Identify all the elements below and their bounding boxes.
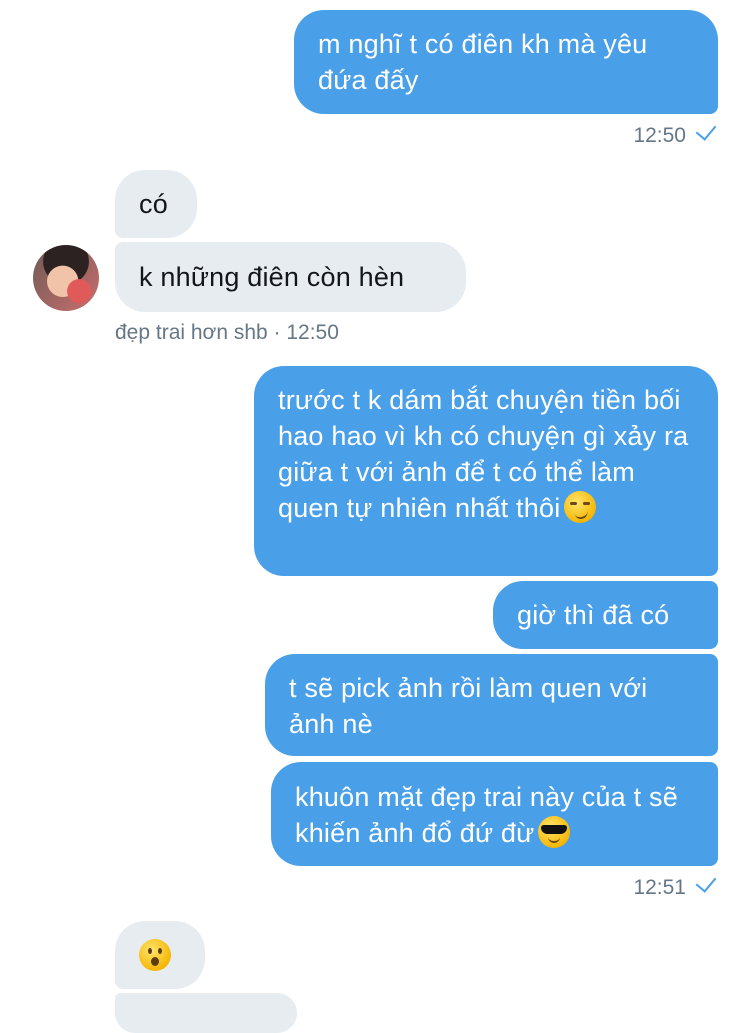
message-bubble-incoming[interactable]: k những điên còn hèn <box>115 242 466 312</box>
message-bubble-outgoing[interactable]: giờ thì đã có <box>493 581 718 649</box>
smirking-face-emoji-icon <box>564 491 597 523</box>
hushed-face-emoji-icon <box>139 939 171 971</box>
sent-check-icon <box>695 119 717 141</box>
message-bubble-incoming-partial[interactable] <box>115 993 297 1033</box>
message-bubble-outgoing[interactable]: t sẽ pick ảnh rồi làm quen với ảnh nè <box>265 654 718 756</box>
sent-check-icon <box>695 871 717 893</box>
message-text: có <box>139 189 168 219</box>
message-timestamp: 12:50 <box>633 119 717 148</box>
avatar[interactable] <box>33 245 99 311</box>
message-text: khuôn mặt đẹp trai này của t sẽ khiến ản… <box>295 782 678 848</box>
message-text: giờ thì đã có <box>517 600 670 630</box>
message-bubble-outgoing[interactable]: trước t k dám bắt chuyện tiền bối hao ha… <box>254 366 718 576</box>
message-bubble-incoming[interactable] <box>115 921 205 989</box>
message-bubble-incoming[interactable]: có <box>115 170 197 238</box>
message-text: t sẽ pick ảnh rồi làm quen với ảnh nè <box>289 673 648 739</box>
sunglasses-face-emoji-icon <box>538 816 571 848</box>
sender-name-timestamp: đẹp trai hơn shb · 12:50 <box>115 321 339 344</box>
message-bubble-outgoing[interactable]: m nghĩ t có điên kh mà yêu đứa đấy <box>294 10 718 114</box>
message-text: trước t k dám bắt chuyện tiền bối hao ha… <box>278 385 689 523</box>
message-timestamp: 12:51 <box>633 871 717 900</box>
message-text: m nghĩ t có điên kh mà yêu đứa đấy <box>318 29 648 95</box>
message-bubble-outgoing[interactable]: khuôn mặt đẹp trai này của t sẽ khiến ản… <box>271 762 718 866</box>
message-text: k những điên còn hèn <box>139 262 405 292</box>
